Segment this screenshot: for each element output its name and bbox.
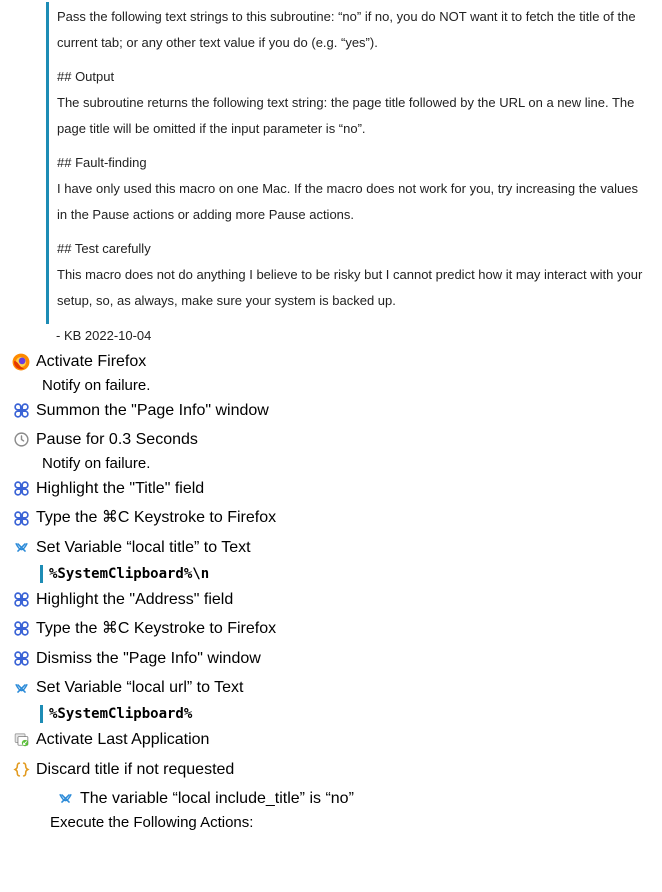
action-activate-last-app[interactable]: Activate Last Application bbox=[10, 725, 652, 755]
action-activate-firefox[interactable]: Activate Firefox bbox=[10, 347, 652, 377]
last-application-icon bbox=[12, 731, 30, 749]
action-type-copy-1[interactable]: Type the ⌘C Keystroke to Firefox bbox=[10, 503, 652, 533]
action-label: Summon the "Page Info" window bbox=[36, 398, 269, 424]
note-paragraph: The subroutine returns the following tex… bbox=[57, 90, 648, 142]
action-option: Notify on failure. bbox=[42, 377, 652, 396]
if-execute-label: Execute the Following Actions: bbox=[50, 814, 652, 833]
action-set-var-title[interactable]: Set Variable “local title” to Text bbox=[10, 533, 652, 563]
action-label: Highlight the "Title" field bbox=[36, 476, 204, 502]
note-heading: ## Fault-finding bbox=[57, 150, 648, 176]
note-paragraph: I have only used this macro on one Mac. … bbox=[57, 176, 648, 228]
action-label: Activate Last Application bbox=[36, 727, 209, 753]
action-label: Pause for 0.3 Seconds bbox=[36, 427, 198, 453]
action-label: Highlight the "Address" field bbox=[36, 587, 233, 613]
action-summon-page-info[interactable]: Summon the "Page Info" window bbox=[10, 396, 652, 426]
note-signoff: - KB 2022-10-04 bbox=[46, 324, 652, 347]
action-if-discard-title[interactable]: Discard title if not requested bbox=[10, 755, 652, 785]
action-label: Type the ⌘C Keystroke to Firefox bbox=[36, 616, 276, 642]
if-condition-row[interactable]: The variable “local include_title” is “n… bbox=[54, 784, 652, 814]
command-icon bbox=[12, 590, 30, 608]
clock-icon bbox=[12, 431, 30, 449]
action-type-copy-2[interactable]: Type the ⌘C Keystroke to Firefox bbox=[10, 614, 652, 644]
action-dismiss-page-info[interactable]: Dismiss the "Page Info" window bbox=[10, 644, 652, 674]
command-icon bbox=[12, 509, 30, 527]
action-label: Type the ⌘C Keystroke to Firefox bbox=[36, 505, 276, 531]
command-icon bbox=[12, 480, 30, 498]
command-icon bbox=[12, 620, 30, 638]
action-value: %SystemClipboard%\n bbox=[40, 565, 652, 583]
action-set-var-url[interactable]: Set Variable “local url” to Text bbox=[10, 673, 652, 703]
action-pause[interactable]: Pause for 0.3 Seconds bbox=[10, 425, 652, 455]
note-paragraph: Pass the following text strings to this … bbox=[57, 4, 648, 56]
command-icon bbox=[12, 650, 30, 668]
condition-label: The variable “local include_title” is “n… bbox=[80, 786, 354, 812]
variable-icon bbox=[12, 679, 30, 697]
firefox-icon bbox=[12, 353, 30, 371]
action-label: Set Variable “local url” to Text bbox=[36, 675, 244, 701]
action-highlight-address[interactable]: Highlight the "Address" field bbox=[10, 585, 652, 615]
command-icon bbox=[12, 401, 30, 419]
variable-icon bbox=[56, 790, 74, 808]
action-option: Notify on failure. bbox=[42, 455, 652, 474]
action-highlight-title[interactable]: Highlight the "Title" field bbox=[10, 474, 652, 504]
braces-icon bbox=[12, 760, 30, 778]
note-paragraph: This macro does not do anything I believ… bbox=[57, 262, 648, 314]
action-label: Set Variable “local title” to Text bbox=[36, 535, 251, 561]
action-label: Activate Firefox bbox=[36, 349, 146, 375]
note-heading: ## Test carefully bbox=[57, 236, 648, 262]
variable-icon bbox=[12, 539, 30, 557]
note-heading: ## Output bbox=[57, 64, 648, 90]
action-label: Dismiss the "Page Info" window bbox=[36, 646, 261, 672]
action-value: %SystemClipboard% bbox=[40, 705, 652, 723]
comment-block: Pass the following text strings to this … bbox=[46, 2, 652, 324]
action-label: Discard title if not requested bbox=[36, 757, 234, 783]
